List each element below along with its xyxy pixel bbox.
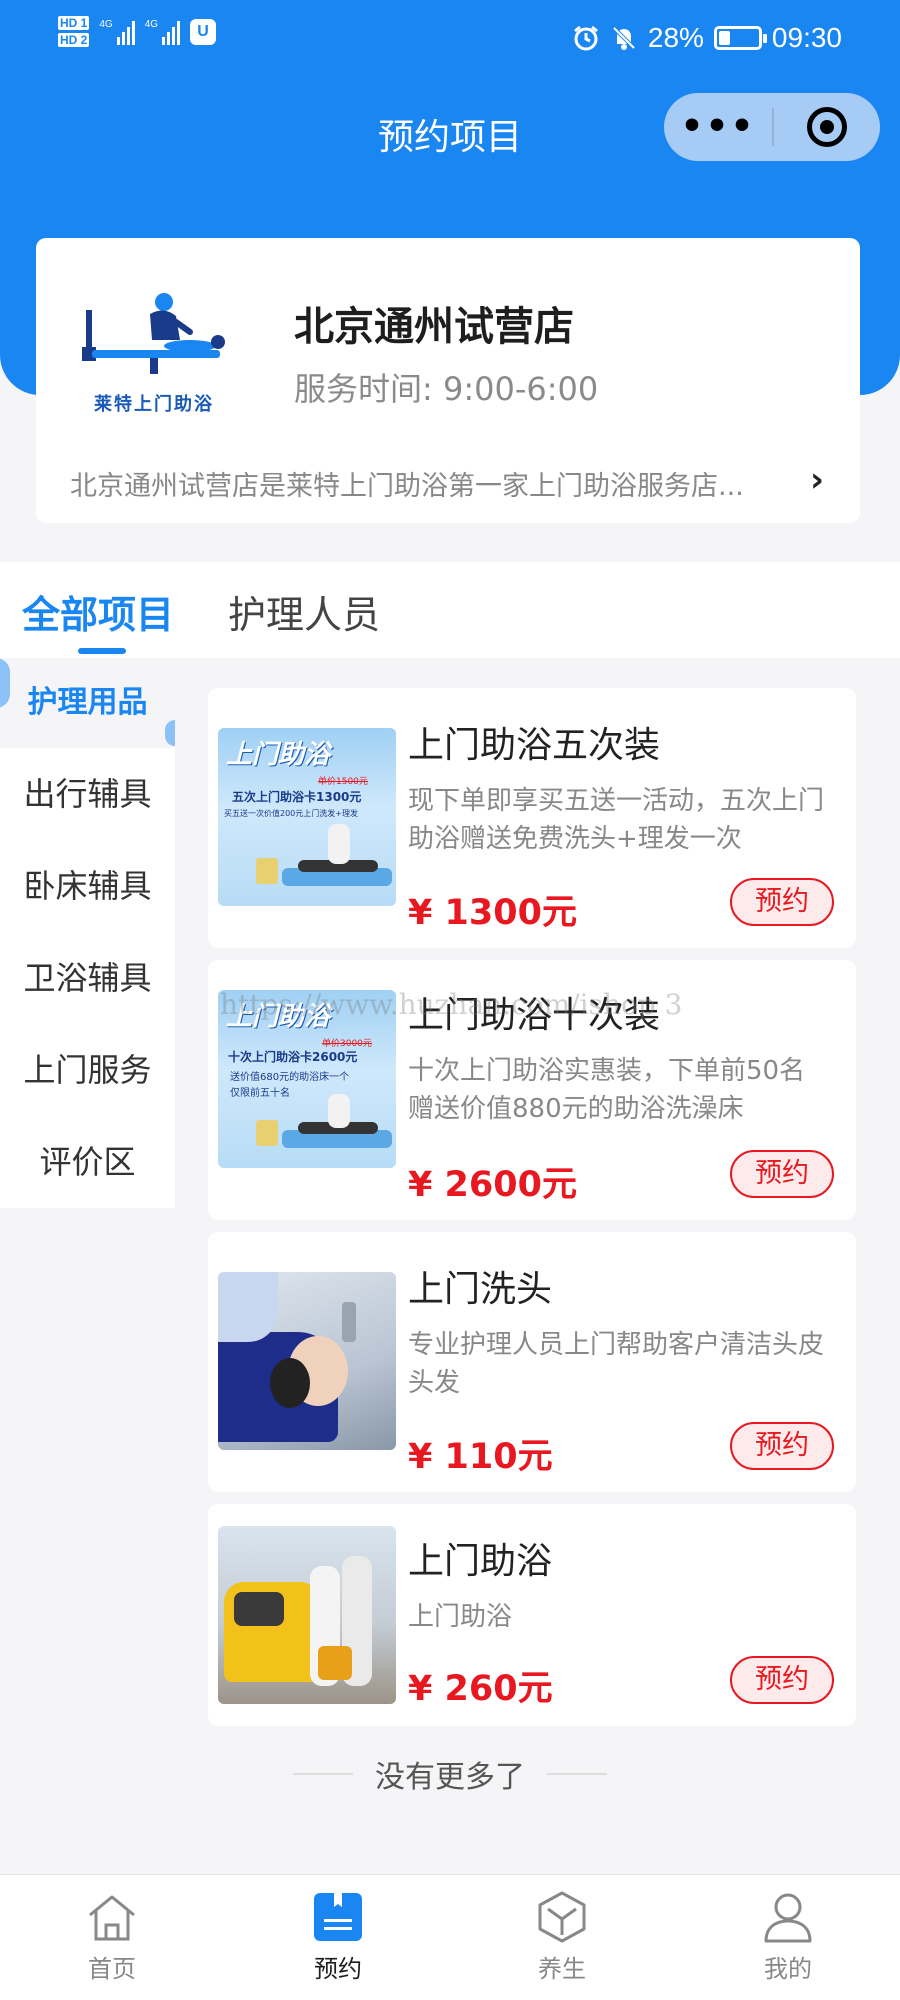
image-bag xyxy=(318,1646,352,1680)
tab-all-items[interactable]: 全部项目 xyxy=(22,584,174,639)
image-old-price: 单价1500元 xyxy=(318,777,368,787)
category-item[interactable]: 卧床辅具 xyxy=(0,840,175,932)
hd-indicator: HD 1 HD 2 xyxy=(58,16,90,47)
product-price: ¥ 260元 xyxy=(408,1669,553,1709)
no-more-indicator: 没有更多了 xyxy=(0,1752,900,1796)
user-icon xyxy=(764,1893,812,1943)
target-icon[interactable] xyxy=(774,107,880,147)
store-card[interactable]: 莱特上门助浴 北京通州试营店 服务时间: 9:00-6:00 北京通州试营店是莱… xyxy=(36,238,860,523)
book-button[interactable]: 预约 xyxy=(730,1656,834,1704)
book-button[interactable]: 预约 xyxy=(730,878,834,926)
product-card[interactable]: 上门助浴 上门助浴 ¥ 260元 预约 xyxy=(208,1504,856,1726)
app-shield-icon: U xyxy=(190,18,217,45)
image-line-2: 买五送一次价值200元上门洗发+理发 xyxy=(224,809,358,818)
divider-line xyxy=(293,1773,353,1775)
tabs-bar: 全部项目 护理人员 xyxy=(0,562,900,658)
image-nurse xyxy=(328,1094,350,1128)
status-bar: HD 1 HD 2 4G 4G U 28% 09:30 xyxy=(0,0,900,80)
home-icon xyxy=(89,1895,135,1941)
cube-icon xyxy=(538,1891,586,1943)
product-price: ¥ 110元 xyxy=(408,1437,553,1477)
signal-icon-2: 4G xyxy=(144,18,181,45)
product-image: 上门助浴 单价1500元 五次上门助浴卡1300元 买五送一次价值200元上门洗… xyxy=(218,728,396,906)
watermark-text: https://www.huzhan.com/ishop 3 xyxy=(220,988,683,1021)
tabbar-profile-label: 我的 xyxy=(764,1955,812,1983)
image-bucket xyxy=(256,1120,278,1146)
signal-icon: 4G xyxy=(99,18,135,45)
product-description: 现下单即享买五送一活动，五次上门助浴赠送免费洗头+理发一次 xyxy=(408,786,825,854)
tab-active-indicator xyxy=(78,648,126,654)
image-nurse-arm xyxy=(218,1272,278,1342)
category-item[interactable]: 上门服务 xyxy=(0,1024,175,1116)
mini-program-capsule: ••• xyxy=(664,93,880,161)
product-description: 专业护理人员上门帮助客户清洁头皮头发 xyxy=(408,1330,825,1398)
image-hair xyxy=(270,1358,310,1408)
image-line-1: 十次上门助浴卡2600元 xyxy=(228,1050,358,1064)
category-item[interactable]: 护理用品 xyxy=(0,658,175,748)
tabbar-profile[interactable]: 我的 xyxy=(728,1889,848,1984)
store-description: 北京通州试营店是莱特上门助浴第一家上门助浴服务店... xyxy=(70,471,744,502)
store-logo-text: 莱特上门助浴 xyxy=(94,394,214,415)
product-price: ¥ 2600元 xyxy=(408,1165,577,1205)
battery-percent: 28% xyxy=(647,22,704,53)
product-price: ¥ 1300元 xyxy=(408,893,577,933)
mute-icon xyxy=(612,26,636,50)
image-line-2: 送价值680元的助浴床一个 xyxy=(230,1072,350,1083)
category-item[interactable]: 评价区 xyxy=(0,1116,175,1208)
image-shower xyxy=(342,1302,356,1342)
tabbar-wellness-label: 养生 xyxy=(538,1955,586,1983)
product-image xyxy=(218,1272,396,1450)
battery-icon xyxy=(713,26,767,50)
product-title: 上门助浴 xyxy=(408,1541,553,1582)
tabbar-wellness[interactable]: 养生 xyxy=(502,1889,622,1984)
image-window xyxy=(234,1592,284,1626)
store-hours: 服务时间: 9:00-6:00 xyxy=(294,370,599,408)
tabbar-home[interactable]: 首页 xyxy=(52,1889,172,1984)
divider-line xyxy=(547,1773,607,1775)
tabbar-booking-label: 预约 xyxy=(314,1955,362,1983)
tabbar-booking[interactable]: 预约 xyxy=(278,1889,398,1984)
book-button[interactable]: 预约 xyxy=(730,1422,834,1470)
product-title: 上门洗头 xyxy=(408,1269,553,1310)
image-line-1: 五次上门助浴卡1300元 xyxy=(232,790,362,804)
tabbar-home-label: 首页 xyxy=(88,1955,136,1983)
category-sidebar: 护理用品 出行辅具 卧床辅具 卫浴辅具 上门服务 评价区 xyxy=(0,658,175,1208)
tab-nursing-staff[interactable]: 护理人员 xyxy=(228,584,380,639)
category-item[interactable]: 卫浴辅具 xyxy=(0,932,175,1024)
product-image xyxy=(218,1526,396,1704)
bottom-tab-bar: 首页 预约 养生 我的 xyxy=(0,1874,900,2000)
product-card[interactable]: 上门助浴 单价1500元 五次上门助浴卡1300元 买五送一次价值200元上门洗… xyxy=(208,688,856,948)
hd2-label: HD 2 xyxy=(58,33,90,47)
product-description: 十次上门助浴实惠装，下单前50名赠送价值880元的助浴洗澡床 xyxy=(408,1056,806,1124)
category-item[interactable]: 出行辅具 xyxy=(0,748,175,840)
chevron-right-icon[interactable]: › xyxy=(810,460,824,500)
booking-icon xyxy=(314,1893,362,1941)
network-label-1: 4G xyxy=(99,18,113,30)
image-line-3: 仅限前五十名 xyxy=(230,1088,290,1099)
product-title: 上门助浴五次装 xyxy=(408,725,661,766)
alarm-icon xyxy=(573,25,598,51)
clock: 09:30 xyxy=(771,22,842,53)
image-nurse xyxy=(328,824,350,864)
image-banner-text: 上门助浴 xyxy=(226,740,331,770)
product-card[interactable]: 上门洗头 专业护理人员上门帮助客户清洁头皮头发 ¥ 110元 预约 xyxy=(208,1232,856,1492)
image-bucket xyxy=(256,858,278,884)
hd1-label: HD 1 xyxy=(58,16,90,30)
book-button[interactable]: 预约 xyxy=(730,1150,834,1198)
no-more-text: 没有更多了 xyxy=(375,1760,525,1795)
network-label-2: 4G xyxy=(144,18,159,30)
product-description: 上门助浴 xyxy=(408,1602,513,1632)
store-name: 北京通州试营店 xyxy=(294,304,574,350)
more-dots-icon[interactable]: ••• xyxy=(664,93,772,161)
